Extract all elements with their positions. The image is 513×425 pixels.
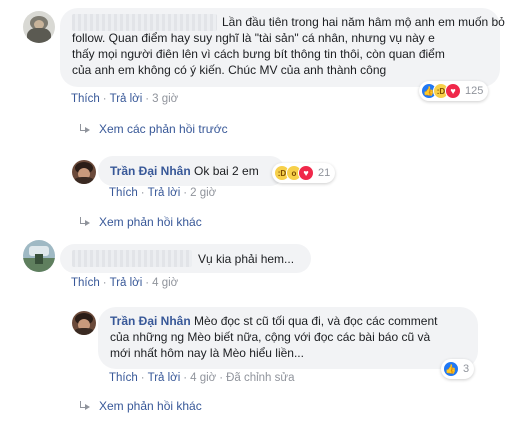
reply-arrow-icon	[79, 401, 91, 411]
reply-actions: Thích · Trả lời · 2 giờ	[109, 187, 217, 199]
reply-author[interactable]: Trần Đại Nhân	[110, 164, 191, 178]
reaction-summary[interactable]: 👍 3	[441, 359, 475, 379]
love-reaction-icon: ♥	[298, 165, 314, 181]
timestamp[interactable]: 4 giờ	[152, 277, 178, 289]
reply-author[interactable]: Trần Đại Nhân	[110, 314, 191, 328]
comment-text-line: thấy mọi người điên lên vì cách bưng bít…	[72, 47, 445, 61]
hidden-name	[72, 14, 217, 31]
like-reaction-icon: 👍	[443, 361, 459, 377]
comment-bubble: Vụ kia phải hem...	[60, 244, 311, 273]
view-more-replies-link[interactable]: Xem phản hồi khác	[79, 215, 202, 229]
view-previous-replies-link[interactable]: Xem các phản hồi trước	[79, 122, 228, 136]
reply-bubble: Trần Đại Nhân Mèo đọc st cũ tối qua đi, …	[98, 307, 478, 369]
timestamp[interactable]: 2 giờ	[190, 187, 216, 199]
edited-label[interactable]: Đã chỉnh sửa	[226, 372, 294, 384]
reaction-count: 125	[465, 85, 484, 97]
love-reaction-icon: ♥	[445, 83, 461, 99]
replier-avatar[interactable]	[72, 160, 96, 184]
view-previous-label: Xem các phản hồi trước	[99, 122, 228, 136]
reply-arrow-icon	[79, 124, 91, 134]
replier-avatar[interactable]	[72, 311, 96, 335]
reply-text-line: Mèo đọc st cũ tối qua đi, và đọc các com…	[194, 314, 438, 328]
reply-text-line: mới nhất hôm nay là Mèo hiểu liền...	[110, 346, 304, 360]
reply-link[interactable]: Trả lời	[148, 187, 181, 199]
like-link[interactable]: Thích	[71, 93, 100, 105]
comment-text-line: của anh em không có ý kiến. Chúc MV của …	[72, 63, 387, 77]
reply-link[interactable]: Trả lời	[110, 93, 143, 105]
comment-bubble: Lần đầu tiên trong hai năm hâm mộ anh em…	[60, 8, 505, 87]
hidden-name	[72, 250, 192, 267]
timestamp[interactable]: 4 giờ	[190, 372, 216, 384]
reply-text: Ok bai 2 em	[194, 164, 259, 178]
reply-text-line: của những ng Mèo biết nữa, cộng với đọc …	[110, 330, 431, 344]
like-link[interactable]: Thích	[109, 372, 138, 384]
view-more-replies-link[interactable]: Xem phản hồi khác	[79, 399, 202, 413]
timestamp[interactable]: 3 giờ	[152, 93, 178, 105]
reply-link[interactable]: Trả lời	[148, 372, 181, 384]
reaction-count: 21	[318, 167, 331, 179]
view-more-label: Xem phản hồi khác	[99, 399, 202, 413]
reply-link[interactable]: Trả lời	[110, 277, 143, 289]
reply-actions: Thích · Trả lời · 4 giờ · Đã chỉnh sửa	[109, 372, 295, 384]
like-link[interactable]: Thích	[71, 277, 100, 289]
comment-actions: Thích · Trả lời · 4 giờ	[71, 277, 179, 289]
reaction-summary[interactable]: 👍 :D ♥ 125	[419, 81, 489, 101]
commenter-avatar[interactable]	[23, 240, 55, 272]
reaction-count: 3	[463, 363, 470, 375]
commenter-avatar[interactable]	[23, 11, 55, 43]
like-link[interactable]: Thích	[109, 187, 138, 199]
view-more-label: Xem phản hồi khác	[99, 215, 202, 229]
reply-arrow-icon	[79, 217, 91, 227]
comment-actions: Thích · Trả lời · 3 giờ	[71, 93, 179, 105]
reply-bubble: Trần Đại Nhân Ok bai 2 em	[98, 156, 285, 186]
comment-text-line: follow. Quan điểm hay suy nghĩ là "tài s…	[72, 31, 435, 45]
reaction-summary[interactable]: :D o ♥ 21	[272, 163, 336, 183]
